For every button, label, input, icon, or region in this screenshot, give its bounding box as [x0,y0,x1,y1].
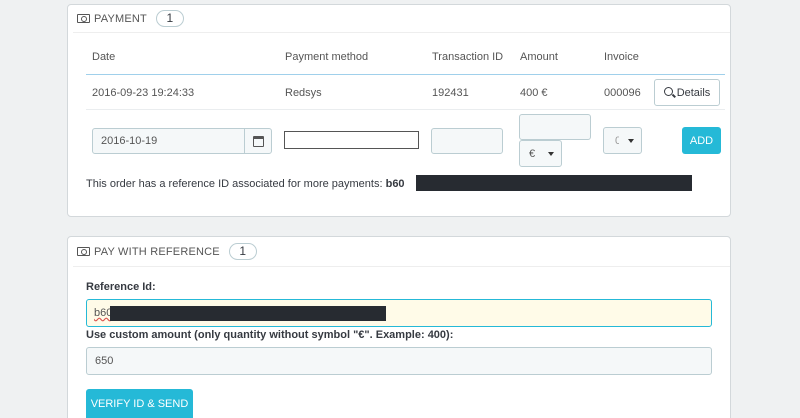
currency-select[interactable]: € [519,140,562,167]
currency-select-value: € [529,147,536,160]
payment-count-badge: 1 [155,10,184,27]
reference-count-badge: 1 [228,243,257,260]
money-icon [77,247,90,256]
add-payment-button[interactable]: ADD [682,127,721,154]
chevron-down-icon [548,151,554,156]
payment-amount: 400 € [520,87,548,99]
divider [73,266,730,267]
payment-panel-heading: Payment 1 [68,5,730,32]
invoice-select[interactable]: 0 [603,127,642,154]
payment-panel-title: Payment [94,12,147,25]
pay-with-reference-heading: Pay with reference 1 [68,237,730,266]
reference-note: This order has a reference ID associated… [86,178,405,190]
payment-method: Redsys [285,87,322,99]
money-icon [77,14,90,23]
search-icon [663,87,673,96]
custom-amount-label: Use custom amount (only quantity without… [86,329,454,341]
details-button-label: Details [676,86,711,99]
column-header-amount: Amount [520,51,558,63]
verify-and-send-button[interactable]: VERIFY ID & SEND [86,389,193,418]
redacted-reference-id [416,175,692,191]
payment-method-input[interactable] [284,131,419,149]
amount-input[interactable] [519,114,591,140]
transaction-id-input[interactable] [431,128,503,154]
calendar-icon [252,135,264,147]
table-row: 2016-09-23 19:24:33 Redsys 192431 400 € … [86,76,725,110]
chevron-down-icon [628,138,634,143]
date-picker-button[interactable] [244,128,272,154]
column-header-date: Date [92,51,116,63]
reference-id-label: Reference Id: [86,281,156,293]
payment-date-input[interactable]: 2016-10-19 [92,128,245,154]
divider [73,32,730,33]
reference-note-text: This order has a reference ID associated… [86,178,383,190]
column-header-invoice: Invoice [604,51,639,63]
column-header-payment-method: Payment method [285,51,369,63]
payment-table-header: Date Payment method Transaction ID Amoun… [86,44,725,75]
transaction-id: 192431 [432,87,469,99]
invoice-select-value: 0 [615,134,619,147]
details-button[interactable]: Details [654,79,720,106]
custom-amount-input[interactable]: 650 [86,347,712,375]
pay-with-reference-title: Pay with reference [94,245,220,258]
invoice-number: 000096 [604,87,641,99]
payment-date: 2016-09-23 19:24:33 [92,87,195,99]
column-header-transaction-id: Transaction ID [432,51,504,63]
redacted-reference-id-input [110,306,386,321]
reference-id-prefix: b60 [385,178,405,190]
